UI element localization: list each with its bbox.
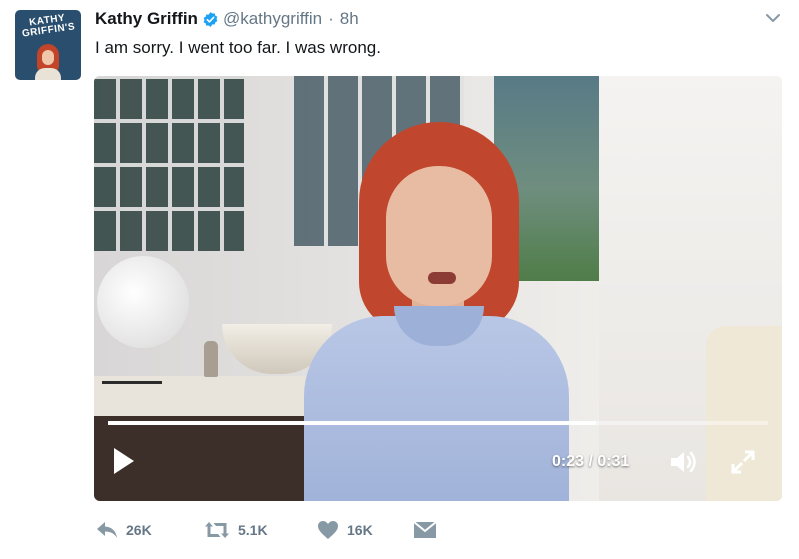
avatar-face xyxy=(42,50,54,65)
video-time-display: 0:23 / 0:31 xyxy=(552,453,630,470)
avatar-title: KATHY GRIFFIN'S xyxy=(21,12,76,40)
direct-message-button[interactable] xyxy=(413,520,437,540)
reply-count: 26K xyxy=(126,522,152,538)
reply-button[interactable]: 26K xyxy=(96,521,204,539)
retweet-count: 5.1K xyxy=(238,522,268,538)
envelope-icon xyxy=(413,521,437,538)
tweet-header: Kathy Griffin @kathygriffin · 8h xyxy=(95,8,359,30)
video-progress-fill xyxy=(108,421,597,425)
video-person-mouth xyxy=(428,272,456,284)
video-player[interactable]: 0:23 / 0:31 xyxy=(94,76,782,501)
retweet-button[interactable]: 5.1K xyxy=(204,521,317,539)
avatar[interactable]: KATHY GRIFFIN'S xyxy=(15,10,81,80)
author-handle[interactable]: @kathygriffin xyxy=(223,9,322,29)
video-background-sculpture xyxy=(97,256,189,348)
reply-icon xyxy=(97,522,117,538)
like-button[interactable]: 16K xyxy=(317,520,413,540)
tweet-text: I am sorry. I went too far. I was wrong. xyxy=(95,38,381,57)
verified-badge-icon xyxy=(203,11,218,27)
fullscreen-icon[interactable] xyxy=(729,448,757,476)
video-person-face xyxy=(386,166,492,306)
video-background-window xyxy=(94,76,244,251)
author-name[interactable]: Kathy Griffin xyxy=(95,9,198,29)
volume-icon[interactable] xyxy=(668,448,698,476)
meta-separator: · xyxy=(328,9,334,28)
heart-icon xyxy=(318,521,338,539)
play-icon[interactable] xyxy=(112,446,136,476)
tweet-timestamp[interactable]: 8h xyxy=(340,9,359,29)
like-count: 16K xyxy=(347,522,373,538)
video-background-bottle xyxy=(204,341,218,377)
video-progress-bar[interactable] xyxy=(108,421,768,425)
chevron-down-icon[interactable] xyxy=(765,10,781,26)
retweet-icon xyxy=(205,522,229,538)
tweet-actions: 26K 5.1K 16K xyxy=(96,517,437,543)
avatar-body xyxy=(35,68,61,80)
video-background-sculpture-stand xyxy=(102,346,162,384)
